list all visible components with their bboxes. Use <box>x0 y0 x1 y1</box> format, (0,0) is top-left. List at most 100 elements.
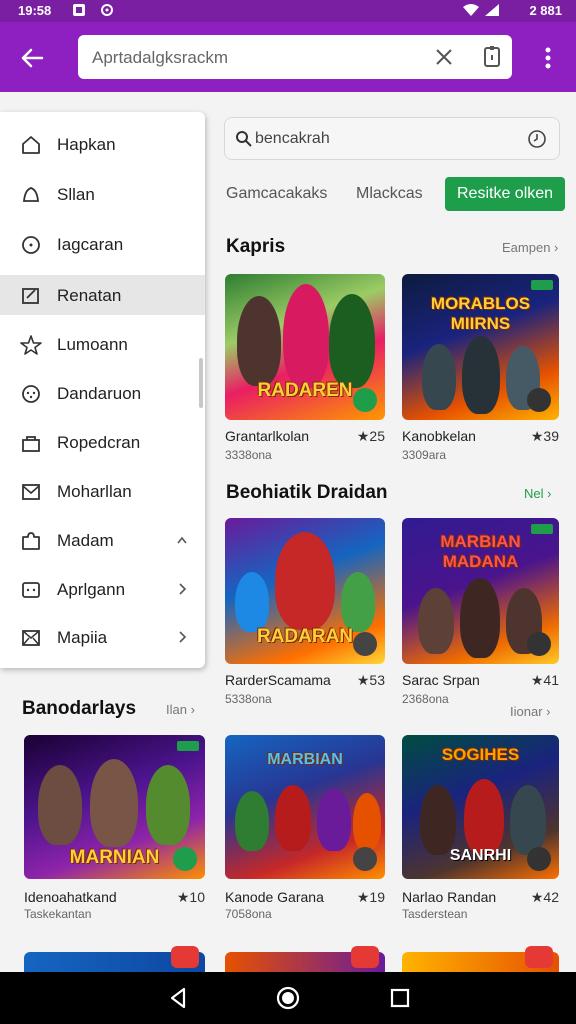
action-badge-icon <box>353 632 377 656</box>
sale-badge-icon <box>525 946 553 968</box>
drawer-item-label: Renatan <box>57 286 122 305</box>
wifi-icon <box>463 4 479 16</box>
drawer-item-label: Hapkan <box>57 135 116 154</box>
game-subtitle: 3309ara <box>402 448 447 462</box>
game-rating: ★42 <box>530 889 559 905</box>
drawer-item-aprlgann[interactable]: Aprlgann <box>0 569 205 609</box>
bag-icon <box>22 436 40 452</box>
game-card[interactable]: MORABLOS MIIRNS Kanobkelan ★39 3309ara <box>402 274 559 462</box>
back-arrow-icon[interactable] <box>14 40 50 76</box>
search-input[interactable]: bencakrah <box>224 117 560 160</box>
drawer-item-label: Ropedcran <box>57 433 141 452</box>
card-art-title: MARBIAN MADANA <box>440 532 521 571</box>
section-link-3[interactable]: Ilan › <box>166 702 195 717</box>
search-text[interactable]: bencakrah <box>255 130 330 148</box>
action-badge-icon <box>353 847 377 871</box>
drawer-item-mapiia[interactable]: Mapiia <box>0 617 205 657</box>
game-name: Narlao Randan <box>402 889 497 905</box>
signal-icon <box>485 4 499 16</box>
system-nav-bar <box>0 972 576 1024</box>
chip-games[interactable]: Gamcacakaks <box>226 177 327 211</box>
nav-home-icon[interactable] <box>274 984 302 1012</box>
drawer-item-sllan[interactable]: Sllan <box>0 174 205 214</box>
action-badge-icon <box>527 632 551 656</box>
game-card[interactable]: MARBIAN Kanode Garana ★19 7058ona <box>225 735 385 921</box>
game-card-peek[interactable] <box>24 946 205 972</box>
game-name: Kanode Garana <box>225 889 324 905</box>
drawer-item-dandaruon[interactable]: Dandaruon <box>0 373 205 413</box>
game-card[interactable]: SOGIHES SANRHI Narlao Randan ★42 Tasders… <box>402 735 559 921</box>
gamepad-icon <box>22 385 40 403</box>
drawer-item-madam[interactable]: Madam <box>0 520 205 560</box>
drawer-item-moharllan[interactable]: Moharllan <box>0 471 205 511</box>
edit-icon <box>22 288 39 304</box>
game-thumbnail[interactable]: MORABLOS MIIRNS <box>402 274 559 420</box>
section-link-more[interactable]: Iionar › <box>510 704 550 719</box>
game-rating: ★19 <box>356 889 385 905</box>
new-tag <box>177 741 199 751</box>
game-thumbnail[interactable]: MARNIAN <box>24 735 205 879</box>
chevron-right-icon <box>179 631 187 643</box>
new-tag <box>531 280 553 290</box>
game-subtitle: 2368ona <box>402 692 449 706</box>
status-time: 19:58 <box>18 3 52 18</box>
drawer-item-iagcaran[interactable]: Iagcaran <box>0 224 205 264</box>
more-vert-icon[interactable] <box>536 44 560 72</box>
history-icon[interactable] <box>527 129 547 149</box>
game-thumbnail[interactable]: MARBIAN MADANA <box>402 518 559 664</box>
chip-mlackcas[interactable]: Mlackcas <box>356 177 423 211</box>
drawer-scrollbar[interactable] <box>199 358 203 408</box>
section-title-2: Beohiatik Draidan <box>226 482 388 503</box>
card-art-title: MORABLOS MIIRNS <box>430 294 531 333</box>
new-tag <box>531 524 553 534</box>
chevron-right-icon <box>179 583 187 595</box>
close-icon[interactable] <box>432 45 456 69</box>
top-search-field[interactable]: Aprtadalgksrackm <box>78 35 512 79</box>
drawer-item-renatan[interactable]: Renatan <box>0 275 205 315</box>
play-badge-icon <box>173 847 197 871</box>
section-link-2[interactable]: Nel › <box>524 486 551 501</box>
drawer-item-ropedcran[interactable]: Ropedcran <box>0 422 205 462</box>
nav-back-icon[interactable] <box>164 984 192 1012</box>
game-rating: ★41 <box>530 672 559 688</box>
game-subtitle: Tasderstean <box>402 907 468 921</box>
top-search-text[interactable]: Aprtadalgksrackm <box>92 48 228 68</box>
game-rating: ★39 <box>530 428 559 444</box>
section-title-3: Banodarlays <box>22 698 137 719</box>
section-link-1[interactable]: Eampen › <box>502 240 558 255</box>
game-name: Sarac Srpan <box>402 672 480 688</box>
card-art-title: MARBIAN <box>267 751 343 768</box>
drawer-item-label: Dandaruon <box>57 384 142 403</box>
game-card-peek[interactable] <box>225 946 385 972</box>
document-icon[interactable] <box>480 45 504 69</box>
chevron-up-icon <box>177 536 187 544</box>
drawer-item-label: Iagcaran <box>57 235 124 254</box>
chip-active[interactable]: Resitke olken <box>445 177 566 211</box>
game-thumbnail[interactable]: SOGIHES SANRHI <box>402 735 559 879</box>
home-icon <box>22 136 40 154</box>
game-name: Idenoahatkand <box>24 889 117 905</box>
game-thumbnail[interactable]: RADAREN <box>225 274 385 420</box>
bell-icon <box>23 187 39 202</box>
game-card[interactable]: RADARAN RarderScamama ★53 5338ona <box>225 518 385 706</box>
section-title-1: Kapris <box>226 236 286 257</box>
game-card[interactable]: MARBIAN MADANA Sarac Srpan ★41 2368ona <box>402 518 559 706</box>
drawer-item-home[interactable]: Hapkan <box>0 124 205 164</box>
dots-icon <box>22 582 40 598</box>
game-thumbnail[interactable]: MARBIAN <box>225 735 385 879</box>
nav-recents-icon[interactable] <box>386 984 414 1012</box>
drawer-item-label: Lumoann <box>57 335 128 354</box>
drawer-item-lumoann[interactable]: Lumoann <box>0 324 205 364</box>
game-card[interactable]: RADAREN Grantarlkolan ★25 3338ona <box>225 274 385 462</box>
drawer-item-label: Madam <box>57 531 114 550</box>
star-icon <box>20 335 42 355</box>
game-subtitle: Taskekantan <box>24 907 92 921</box>
envelope-icon <box>22 630 40 646</box>
navigation-drawer: Hapkan Sllan Iagcaran Renatan Lumoann Da… <box>0 112 205 668</box>
game-card[interactable]: MARNIAN Idenoahatkand ★10 Taskekantan <box>24 735 205 921</box>
clock-icon <box>22 236 40 254</box>
game-card-peek[interactable] <box>402 946 559 972</box>
game-thumbnail[interactable]: RADARAN <box>225 518 385 664</box>
drawer-item-label: Moharllan <box>57 482 132 501</box>
drawer-item-label: Aprlgann <box>57 580 126 599</box>
